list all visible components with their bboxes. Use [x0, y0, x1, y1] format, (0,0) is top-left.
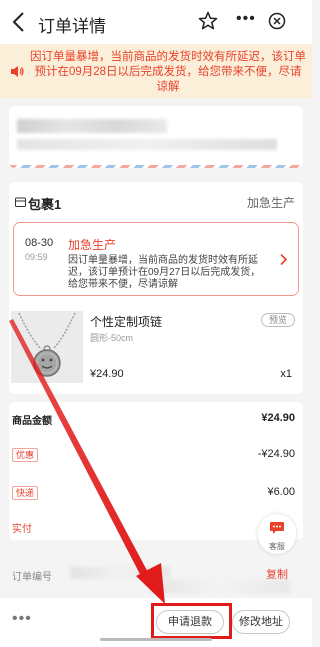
update-text: 因订单量暴增，当前商品的发货时效有所延迟，该订单预计在09月27日以后完成发货，… — [68, 255, 261, 290]
notice-text: 因订单量暴增，当前商品的发货时效有所延迟，该订单预计在09月28日以后完成发货，… — [30, 51, 306, 93]
discount-tag: 优惠 — [12, 448, 39, 462]
favorite-star-icon[interactable] — [198, 11, 218, 31]
necklace-pendant-icon — [11, 311, 83, 383]
address-card[interactable] — [9, 106, 303, 168]
product-spec: 圆形-50cm — [90, 333, 134, 343]
envelope-stripe — [9, 165, 303, 168]
order-number-label: 订单编号 — [12, 572, 52, 583]
delay-notice-banner: 因订单量暴增，当前商品的发货时效有所延迟，该订单预计在09月28日以后完成发货，… — [0, 44, 312, 98]
product-quantity: x1 — [280, 368, 292, 380]
goods-amount-value: ¥24.90 — [261, 412, 295, 424]
back-arrow-icon[interactable] — [8, 8, 32, 36]
more-menu-icon[interactable]: ••• — [236, 10, 256, 28]
modify-address-button[interactable]: 修改地址 — [232, 610, 290, 634]
address-name-redacted — [17, 119, 167, 133]
update-date: 08-30 — [25, 237, 54, 249]
redacted-strip — [150, 580, 290, 594]
logistics-update-box[interactable]: 08-30 09:59 加急生产 因订单量暴增，当前商品的发货时效有所延迟，该订… — [13, 222, 299, 296]
goods-amount-label: 商品金额 — [12, 416, 52, 427]
package-card: 包裹1 加急生产 08-30 09:59 加急生产 因订单量暴增，当前商品的发货… — [9, 182, 303, 394]
discount-value: -¥24.90 — [257, 448, 295, 460]
close-icon[interactable] — [268, 12, 286, 30]
shipping-value: ¥6.00 — [267, 486, 295, 498]
preview-button[interactable]: 预览 — [260, 313, 295, 327]
chat-bubble-icon — [270, 522, 284, 534]
update-time: 09:59 — [25, 252, 48, 262]
shipping-tag: 快递 — [12, 486, 39, 500]
home-indicator — [100, 638, 212, 641]
package-title: 包裹1 — [28, 197, 62, 212]
chevron-right-icon — [280, 253, 288, 266]
customer-service-button[interactable]: 客服 — [258, 514, 296, 554]
amount-card: 商品金额 ¥24.90 优惠 -¥24.90 快递 ¥6.00 实付 — [9, 402, 303, 540]
refund-highlight-box — [151, 603, 232, 639]
product-image[interactable] — [11, 311, 83, 383]
product-name: 个性定制项链 — [90, 315, 163, 329]
order-number-redacted — [70, 567, 170, 579]
package-icon — [15, 197, 26, 207]
address-detail-redacted — [17, 139, 277, 150]
update-title: 加急生产 — [68, 238, 117, 252]
more-actions-icon[interactable]: ••• — [12, 610, 32, 628]
top-bar: 订单详情 ••• — [0, 0, 312, 44]
paid-label: 实付 — [12, 524, 32, 535]
speaker-icon — [11, 66, 24, 77]
product-price: ¥24.90 — [90, 368, 124, 380]
package-status: 加急生产 — [246, 196, 295, 210]
customer-service-label: 客服 — [269, 542, 285, 551]
page-title: 订单详情 — [38, 17, 106, 36]
